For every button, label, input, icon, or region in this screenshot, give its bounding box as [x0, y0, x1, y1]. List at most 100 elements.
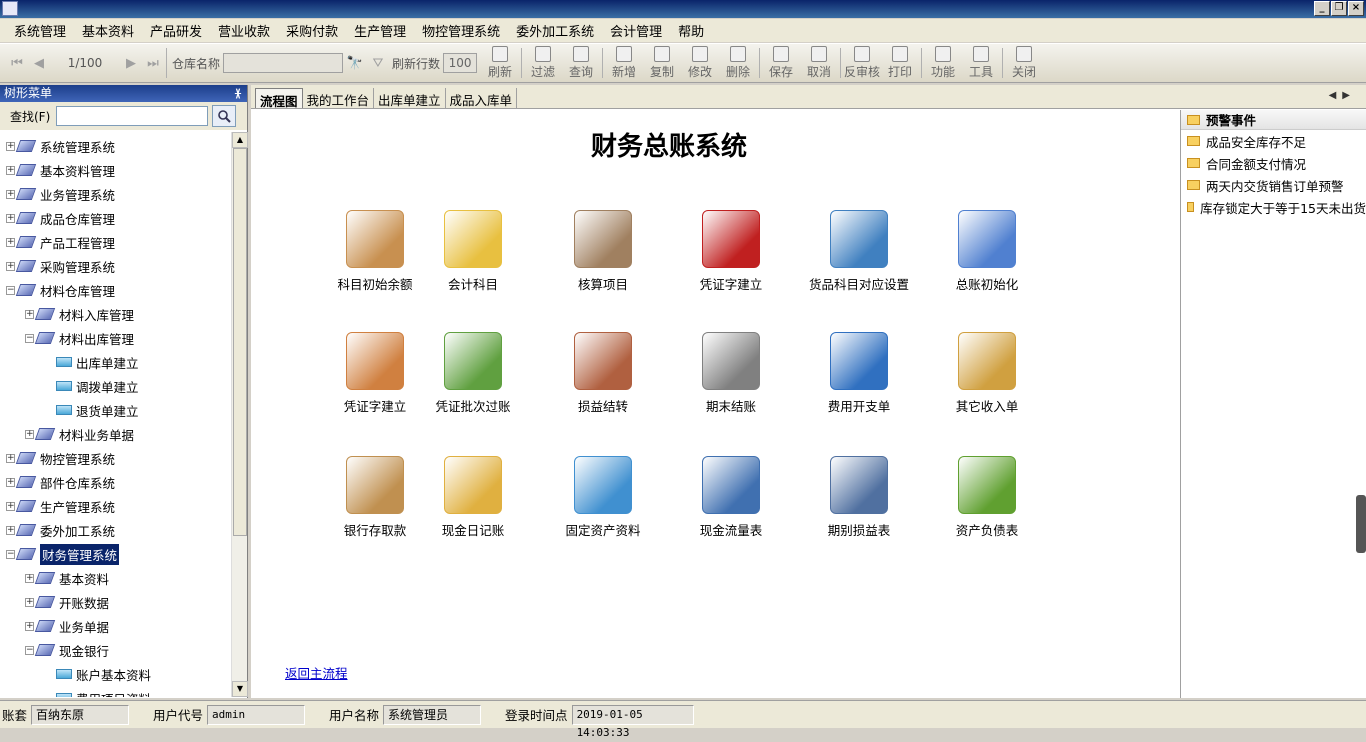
toolbar-button[interactable]: 修改 — [681, 46, 719, 80]
expand-icon[interactable]: + — [6, 453, 15, 463]
minimize-button[interactable]: _ — [1314, 1, 1330, 16]
expand-icon[interactable]: + — [6, 261, 15, 271]
menu-item[interactable]: 产品研发 — [142, 21, 210, 40]
tab[interactable]: 出库单建立 — [374, 88, 446, 108]
prev-page-icon[interactable]: ◀ — [28, 56, 50, 71]
first-page-icon[interactable]: ⏮ — [6, 56, 28, 71]
menu-item[interactable]: 物控管理系统 — [414, 21, 508, 40]
warning-item[interactable]: 成品安全库存不足 — [1181, 130, 1366, 152]
warehouse-input[interactable] — [223, 53, 344, 73]
toolbar-button[interactable]: 新增 — [605, 46, 643, 80]
expand-icon[interactable]: + — [6, 189, 15, 199]
toolbar-button[interactable]: 删除 — [719, 46, 757, 80]
menu-item[interactable]: 系统管理 — [6, 21, 74, 40]
toolbar-button[interactable]: 保存 — [762, 46, 800, 80]
expand-icon[interactable]: + — [25, 429, 34, 439]
collapse-icon[interactable]: − — [25, 333, 34, 343]
tree-item[interactable]: + 采购管理系统 — [6, 255, 115, 277]
tree-search-input[interactable] — [56, 106, 209, 126]
tree-scrollbar[interactable]: ▲ ▼ — [231, 132, 248, 697]
last-page-icon[interactable]: ⏭ — [142, 56, 164, 71]
menu-item[interactable]: 委外加工系统 — [508, 21, 602, 40]
tree-item[interactable]: + 基本资料 — [25, 567, 109, 589]
tree-item[interactable]: 出库单建立 — [56, 351, 139, 373]
tree-item[interactable]: + 生产管理系统 — [6, 495, 115, 517]
tree-item[interactable]: − 材料仓库管理 — [6, 279, 115, 301]
flow-item[interactable]: 会计科目 — [413, 210, 533, 293]
tab[interactable]: 成品入库单 — [446, 88, 518, 108]
flow-item[interactable]: 凭证批次过账 — [413, 332, 533, 415]
tree-item[interactable]: + 产品工程管理 — [6, 231, 115, 253]
menu-item[interactable]: 营业收款 — [210, 21, 278, 40]
flow-item[interactable]: 费用开支单 — [799, 332, 919, 415]
tree-item[interactable]: + 开账数据 — [25, 591, 109, 613]
refresh-rows-input[interactable]: 100 — [443, 53, 478, 73]
flow-item[interactable]: 其它收入单 — [927, 332, 1047, 415]
tree-item[interactable]: 调拨单建立 — [56, 375, 139, 397]
menu-item[interactable]: 采购付款 — [278, 21, 346, 40]
scroll-down-icon[interactable]: ▼ — [232, 681, 248, 697]
scroll-up-icon[interactable]: ▲ — [232, 132, 248, 148]
flow-item[interactable]: 固定资产资料 — [543, 456, 663, 539]
toolbar-button[interactable]: 过滤 — [524, 46, 562, 80]
toolbar-button[interactable]: 查询 — [562, 46, 600, 80]
expand-icon[interactable]: + — [6, 237, 15, 247]
warning-item[interactable]: 合同金额支付情况 — [1181, 152, 1366, 174]
expand-icon[interactable]: + — [6, 213, 15, 223]
flow-item[interactable]: 现金日记账 — [413, 456, 533, 539]
tree-item[interactable]: + 业务管理系统 — [6, 183, 115, 205]
next-page-icon[interactable]: ▶ — [120, 56, 142, 71]
flow-item[interactable]: 损益结转 — [543, 332, 663, 415]
tree-item[interactable]: − 财务管理系统 — [6, 543, 120, 565]
tab[interactable]: 流程图 — [255, 88, 303, 109]
tree-item[interactable]: + 系统管理系统 — [6, 135, 115, 157]
app-icon[interactable] — [2, 1, 18, 16]
filter-clear-icon[interactable]: ⛛ — [367, 56, 389, 71]
expand-icon[interactable]: + — [25, 597, 34, 607]
tree-item[interactable]: + 部件仓库系统 — [6, 471, 115, 493]
expand-icon[interactable]: + — [6, 525, 15, 535]
tree-view[interactable]: + 系统管理系统 + 基本资料管理 + 业务管理系统 + 成品仓库管理 + 产品工程管理 + 采购管理… — [0, 132, 231, 697]
tree-item[interactable]: + 成品仓库管理 — [6, 207, 115, 229]
side-handle[interactable] — [1356, 495, 1366, 553]
toolbar-button[interactable]: 取消 — [800, 46, 838, 80]
toolbar-button[interactable]: 反审核 — [843, 46, 881, 80]
expand-icon[interactable]: + — [6, 165, 15, 175]
collapse-icon[interactable]: − — [25, 645, 34, 655]
tree-item[interactable]: + 物控管理系统 — [6, 447, 115, 469]
tree-item[interactable]: + 业务单据 — [25, 615, 109, 637]
tree-item[interactable]: + 材料业务单据 — [25, 423, 134, 445]
flow-item[interactable]: 总账初始化 — [927, 210, 1047, 293]
warning-item[interactable]: 两天内交货销售订单预警 — [1181, 174, 1366, 196]
tree-item[interactable]: 退货单建立 — [56, 399, 139, 421]
flow-item[interactable]: 现金流量表 — [671, 456, 791, 539]
menu-item[interactable]: 生产管理 — [346, 21, 414, 40]
binoculars-icon[interactable]: 🔭 — [343, 56, 367, 71]
back-to-main-link[interactable]: 返回主流程 — [285, 663, 348, 682]
expand-icon[interactable]: + — [25, 309, 34, 319]
toolbar-button[interactable]: 功能 — [924, 46, 962, 80]
flow-item[interactable]: 期别损益表 — [799, 456, 919, 539]
tree-item[interactable]: + 基本资料管理 — [6, 159, 115, 181]
expand-icon[interactable]: + — [6, 141, 15, 151]
tree-item[interactable]: 费用项目资料 — [56, 687, 151, 697]
tab[interactable]: 我的工作台 — [303, 88, 375, 108]
toolbar-button[interactable]: 刷新 — [481, 46, 519, 80]
flow-item[interactable]: 核算项目 — [543, 210, 663, 293]
restore-button[interactable]: ❐ — [1331, 1, 1347, 16]
menu-item[interactable]: 基本资料 — [74, 21, 142, 40]
expand-icon[interactable]: + — [25, 573, 34, 583]
close-window-button[interactable]: × — [1348, 1, 1364, 16]
flow-item[interactable]: 凭证字建立 — [671, 210, 791, 293]
tab-scroll-arrows[interactable]: ◀▶ — [1329, 90, 1356, 101]
flow-item[interactable]: 货品科目对应设置 — [799, 210, 919, 293]
expand-icon[interactable]: + — [6, 477, 15, 487]
menu-item[interactable]: 会计管理 — [602, 21, 670, 40]
toolbar-button[interactable]: 复制 — [643, 46, 681, 80]
search-button[interactable] — [212, 105, 237, 127]
tree-item[interactable]: − 材料出库管理 — [25, 327, 134, 349]
menu-item[interactable]: 帮助 — [670, 21, 712, 40]
toolbar-button[interactable]: 关闭 — [1005, 46, 1043, 80]
flow-item[interactable]: 期末结账 — [671, 332, 791, 415]
warning-item[interactable]: 库存锁定大于等于15天未出货 — [1181, 196, 1366, 218]
